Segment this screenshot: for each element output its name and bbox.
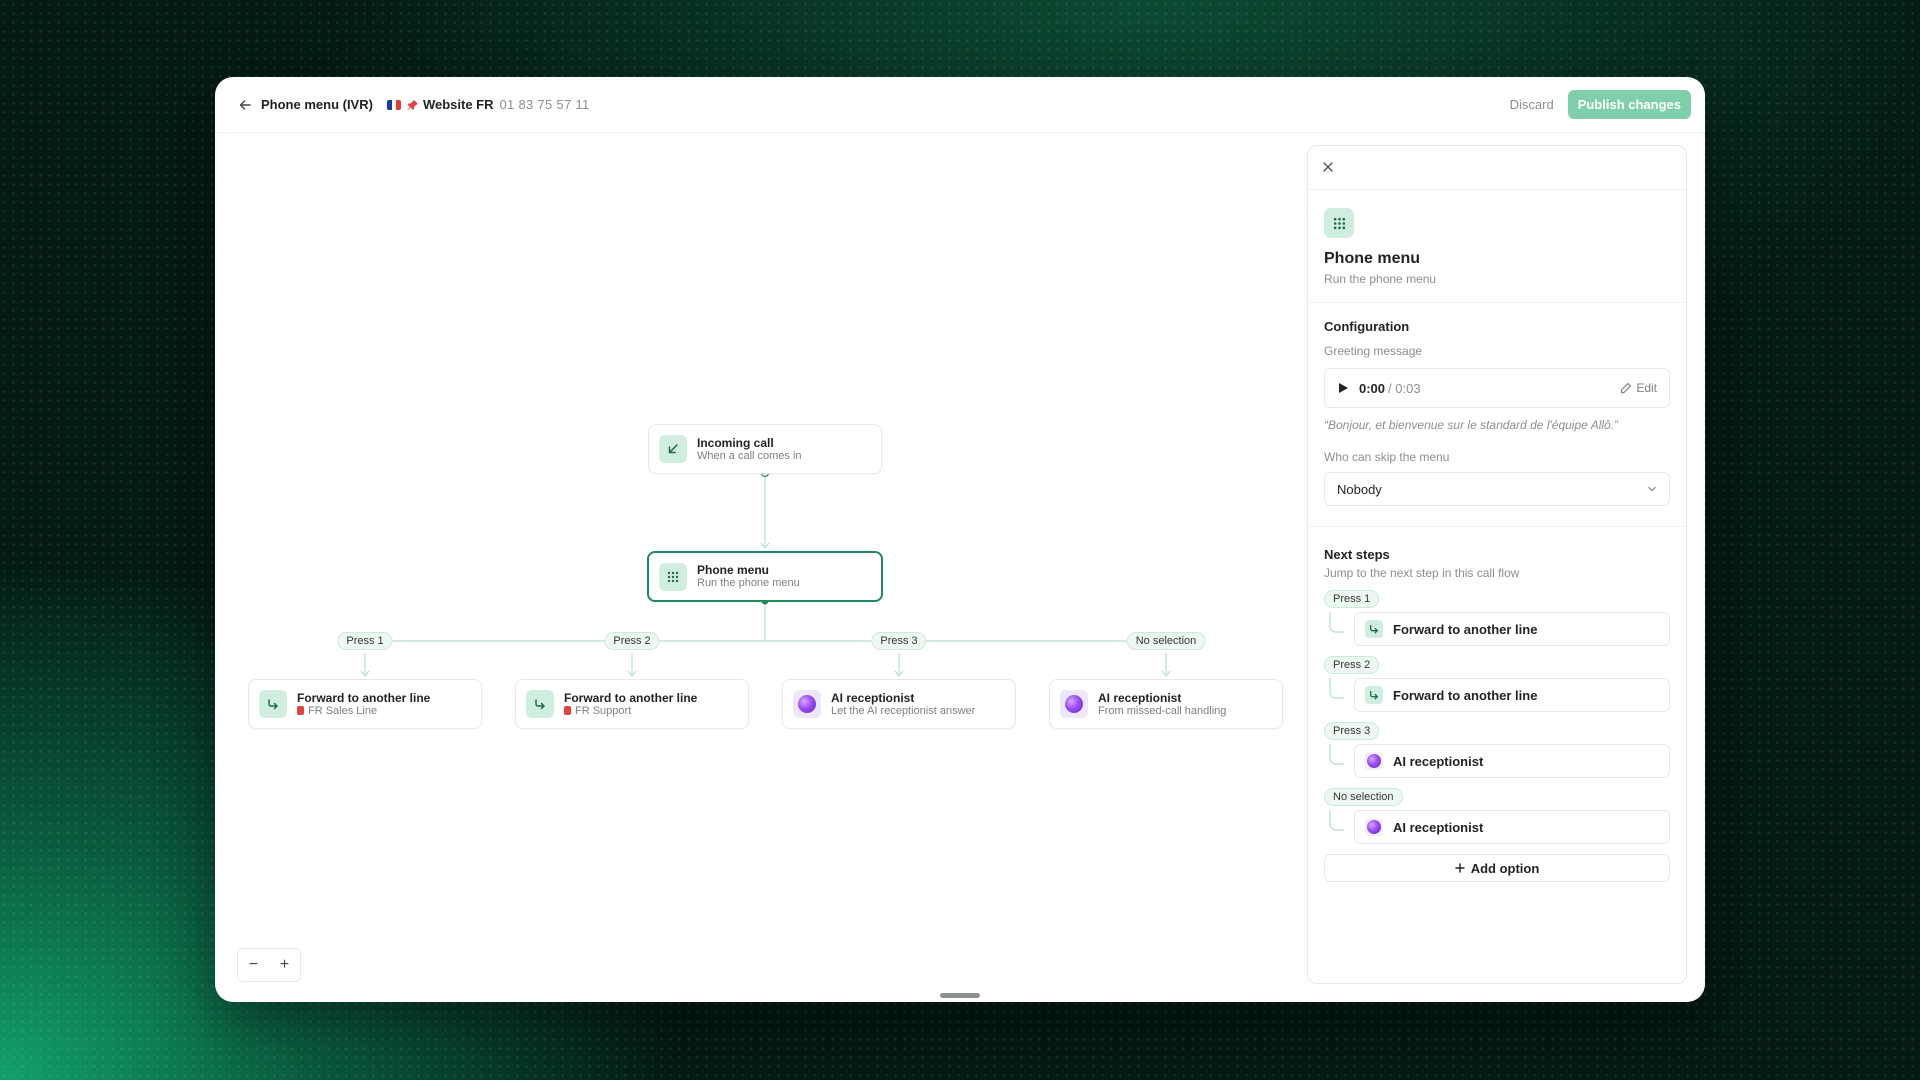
panel-header — [1308, 146, 1686, 190]
node-title: Incoming call — [697, 435, 774, 450]
branch-label-press-1[interactable]: Press 1 — [337, 632, 393, 650]
node-title: Forward to another line — [564, 690, 698, 705]
node-subtitle: FR Support — [564, 705, 697, 718]
forward-icon — [526, 690, 554, 718]
line-badge-icon — [297, 705, 304, 715]
page-title: Phone menu (IVR) — [261, 97, 373, 112]
step-target-press-1[interactable]: Forward to another line — [1354, 612, 1670, 646]
zoom-out-button[interactable]: − — [242, 956, 266, 974]
step-connector — [1329, 678, 1344, 699]
pencil-icon — [1621, 382, 1632, 394]
edge-menu-branches — [365, 601, 1165, 642]
plus-icon — [1455, 863, 1465, 873]
greeting-audio-player: 0:00 / 0:03 Edit — [1324, 368, 1670, 408]
arrow-down-left-icon — [659, 435, 687, 463]
step-connector — [1329, 612, 1344, 633]
forward-node-support[interactable]: Forward to another line FR Support — [515, 679, 749, 729]
chevron-down-icon — [1647, 484, 1657, 494]
top-bar: Phone menu (IVR) Website FR 01 83 75 57 … — [215, 77, 1705, 133]
add-option-button[interactable]: Add option — [1324, 854, 1670, 882]
next-steps-title: Next steps — [1324, 547, 1390, 562]
next-steps-subtitle: Jump to the next step in this call flow — [1324, 566, 1520, 580]
node-subtitle: When a call comes in — [697, 449, 802, 462]
node-details-panel: Phone menu Run the phone menu Configurat… — [1307, 145, 1687, 984]
skip-menu-label: Who can skip the menu — [1324, 450, 1450, 464]
ai-receptionist-node-press-3[interactable]: AI receptionist Let the AI receptionist … — [782, 679, 1016, 729]
node-subtitle: From missed-call handling — [1098, 704, 1227, 717]
app-window: Phone menu (IVR) Website FR 01 83 75 57 … — [215, 77, 1705, 1002]
bottom-drag-handle[interactable] — [940, 993, 980, 998]
audio-current-time: 0:00 — [1359, 380, 1386, 396]
ai-orb-icon — [1365, 752, 1383, 770]
step-row: AI receptionist — [1324, 810, 1670, 844]
discard-button[interactable]: Discard — [1496, 91, 1568, 118]
forward-icon — [1365, 620, 1383, 638]
step-row: Forward to another line — [1324, 678, 1670, 712]
forward-icon — [1365, 686, 1383, 704]
ai-receptionist-node-no-selection[interactable]: AI receptionist From missed-call handlin… — [1049, 679, 1283, 729]
divider — [1308, 302, 1686, 303]
divider — [1308, 526, 1686, 527]
zoom-in-button[interactable]: + — [273, 956, 297, 974]
zoom-controls: − + — [237, 948, 301, 982]
line-name[interactable]: Website FR — [423, 97, 494, 112]
branch-label-press-2[interactable]: Press 2 — [604, 632, 660, 650]
ai-orb-icon — [793, 690, 821, 718]
node-subtitle: Let the AI receptionist answer — [831, 704, 976, 717]
line-badge-icon — [564, 705, 571, 715]
forward-node-sales[interactable]: Forward to another line FR Sales Line — [248, 679, 482, 729]
france-flag-icon — [386, 99, 401, 110]
play-icon[interactable] — [1337, 382, 1349, 394]
ai-orb-icon — [1365, 818, 1383, 836]
skip-menu-select[interactable]: Nobody — [1324, 472, 1670, 506]
step-connector — [1329, 810, 1344, 831]
keypad-icon — [1324, 208, 1354, 238]
configuration-title: Configuration — [1324, 319, 1410, 334]
panel-subtitle: Run the phone menu — [1324, 272, 1437, 286]
step-connector — [1329, 744, 1344, 765]
skip-menu-value: Nobody — [1337, 481, 1382, 497]
node-title: AI receptionist — [831, 690, 915, 705]
greeting-label: Greeting message — [1324, 344, 1423, 358]
branch-label-no-selection[interactable]: No selection — [1126, 632, 1206, 650]
panel-title: Phone menu — [1324, 250, 1421, 267]
greeting-transcript: “Bonjour, et bienvenue sur le standard d… — [1324, 418, 1619, 432]
step-target-press-3[interactable]: AI receptionist — [1354, 744, 1670, 778]
audio-total-time: / 0:03 — [1388, 380, 1421, 396]
node-subtitle: FR Sales Line — [297, 705, 430, 718]
branch-label-press-3[interactable]: Press 3 — [871, 632, 927, 650]
publish-changes-button[interactable]: Publish changes — [1567, 90, 1691, 119]
node-title: AI receptionist — [1098, 690, 1182, 705]
phone-menu-node[interactable]: Phone menu Run the phone menu — [647, 551, 883, 602]
step-row: Forward to another line — [1324, 612, 1670, 646]
close-icon[interactable] — [1322, 161, 1336, 175]
forward-icon — [259, 690, 287, 718]
step-label-press-3: Press 3 — [1324, 722, 1380, 740]
pushpin-icon — [407, 99, 419, 111]
keypad-icon — [659, 562, 687, 591]
step-label-press-2: Press 2 — [1324, 656, 1380, 674]
step-label-no-selection: No selection — [1324, 788, 1403, 806]
back-arrow-icon[interactable] — [237, 97, 253, 113]
incoming-call-node[interactable]: Incoming call When a call comes in — [648, 424, 882, 474]
flow-canvas[interactable]: Incoming call When a call comes in Phone… — [215, 133, 1295, 1002]
ai-orb-icon — [1060, 690, 1088, 718]
edit-greeting-button[interactable]: Edit — [1620, 381, 1657, 395]
node-title: Forward to another line — [297, 690, 431, 705]
step-target-press-2[interactable]: Forward to another line — [1354, 678, 1670, 712]
step-row: AI receptionist — [1324, 744, 1670, 778]
node-title: Phone menu — [697, 563, 770, 577]
node-subtitle: Run the phone menu — [697, 577, 800, 589]
step-target-no-selection[interactable]: AI receptionist — [1354, 810, 1670, 844]
step-label-press-1: Press 1 — [1324, 590, 1380, 608]
line-number: 01 83 75 57 11 — [499, 97, 590, 112]
